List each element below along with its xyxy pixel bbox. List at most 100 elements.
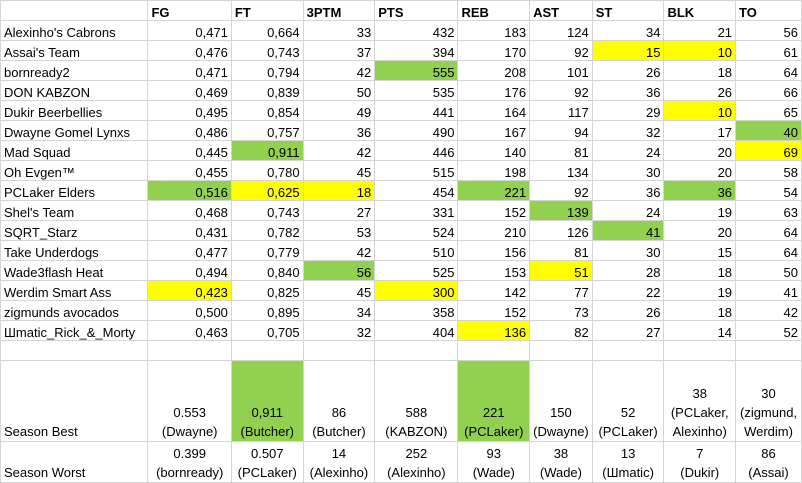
stat-cell[interactable]: 152 [457,300,531,321]
stat-cell[interactable]: 142 [457,280,531,301]
stat-cell[interactable]: 64 [735,60,802,81]
stat-cell[interactable]: 0,423 [147,280,232,301]
team-name-cell[interactable]: Assai's Team [0,40,149,61]
stat-cell[interactable]: 0,445 [147,140,232,161]
stat-cell[interactable]: 18 [302,180,376,201]
team-name-cell[interactable]: DON KABZON [0,80,149,101]
season-best-row-cell[interactable]: 52 (PCLaker) [591,360,665,442]
stat-cell[interactable]: 92 [529,80,593,101]
team-name-cell[interactable]: Shel's Team [0,200,149,221]
stat-cell[interactable]: 27 [302,200,376,221]
stat-cell[interactable]: 81 [529,240,593,261]
team-name-cell[interactable]: Oh Evgen™ [0,160,149,181]
stat-cell[interactable]: 19 [663,200,737,221]
stat-cell[interactable]: 24 [591,140,665,161]
stat-cell[interactable]: 56 [302,260,376,281]
stat-cell[interactable]: 17 [663,120,737,141]
stat-cell[interactable]: 0,471 [147,20,232,41]
stat-cell[interactable]: 0,469 [147,80,232,101]
stat-cell[interactable]: 20 [663,160,737,181]
stat-cell[interactable]: 27 [591,320,665,341]
stat-cell[interactable]: 53 [302,220,376,241]
stat-cell[interactable]: 20 [663,220,737,241]
team-name-cell[interactable]: Alexinho's Cabrons [0,20,149,41]
stat-cell[interactable]: 454 [374,180,459,201]
stat-cell[interactable]: 394 [374,40,459,61]
stat-cell[interactable]: 18 [663,300,737,321]
stat-cell[interactable]: 26 [663,80,737,101]
season-worst-row-cell[interactable]: 86 (Assai) [735,441,802,483]
season-worst-row-cell[interactable]: 252 (Alexinho) [374,441,459,483]
stat-cell[interactable]: 0,468 [147,200,232,221]
column-header-blk[interactable]: BLK [663,0,737,21]
season-worst-row-cell[interactable]: 93 (Wade) [457,441,531,483]
stat-cell[interactable]: 0,471 [147,60,232,81]
stat-cell[interactable]: 10 [663,100,737,121]
stat-cell[interactable]: 0,705 [230,320,304,341]
stat-cell[interactable]: 164 [457,100,531,121]
stat-cell[interactable]: 30 [591,160,665,181]
empty-cell[interactable] [374,340,459,361]
stat-cell[interactable]: 42 [302,140,376,161]
team-name-cell[interactable]: Wade3flash Heat [0,260,149,281]
season-best-row-cell[interactable]: 588 (KABZON) [374,360,459,442]
stat-cell[interactable]: 525 [374,260,459,281]
stat-cell[interactable]: 0,431 [147,220,232,241]
stat-cell[interactable]: 0,839 [230,80,304,101]
stat-cell[interactable]: 446 [374,140,459,161]
stat-cell[interactable]: 45 [302,280,376,301]
team-name-cell[interactable]: Mad Squad [0,140,149,161]
stat-cell[interactable]: 358 [374,300,459,321]
stat-cell[interactable]: 140 [457,140,531,161]
stat-cell[interactable]: 170 [457,40,531,61]
stat-cell[interactable]: 56 [735,20,802,41]
stat-cell[interactable]: 176 [457,80,531,101]
column-header-3ptm[interactable]: 3PTM [302,0,376,21]
stat-cell[interactable]: 124 [529,20,593,41]
column-header-reb[interactable]: REB [457,0,531,21]
stat-cell[interactable]: 101 [529,60,593,81]
stat-cell[interactable]: 134 [529,160,593,181]
stat-cell[interactable]: 26 [591,300,665,321]
stat-cell[interactable]: 32 [302,320,376,341]
stat-cell[interactable]: 18 [663,60,737,81]
empty-cell[interactable] [302,340,376,361]
stat-cell[interactable]: 0,463 [147,320,232,341]
stat-cell[interactable]: 208 [457,60,531,81]
season-best-row-cell[interactable]: 221 (PCLaker) [457,360,531,442]
stat-cell[interactable]: 535 [374,80,459,101]
stat-cell[interactable]: 136 [457,320,531,341]
stat-cell[interactable]: 510 [374,240,459,261]
stat-cell[interactable]: 0,794 [230,60,304,81]
empty-cell[interactable] [529,340,593,361]
stat-cell[interactable]: 156 [457,240,531,261]
stat-cell[interactable]: 210 [457,220,531,241]
stat-cell[interactable]: 36 [663,180,737,201]
stat-cell[interactable]: 221 [457,180,531,201]
stat-cell[interactable]: 300 [374,280,459,301]
stat-cell[interactable]: 10 [663,40,737,61]
stat-cell[interactable]: 490 [374,120,459,141]
stat-cell[interactable]: 0,743 [230,200,304,221]
stat-cell[interactable]: 52 [735,320,802,341]
season-best-row-cell[interactable]: 30 (zigmund, Werdim) [735,360,802,442]
stat-cell[interactable]: 21 [663,20,737,41]
stat-cell[interactable]: 69 [735,140,802,161]
season-best-row-label[interactable]: Season Best [0,360,149,442]
stat-cell[interactable]: 41 [591,220,665,241]
season-worst-row-cell[interactable]: 0.507 (PCLaker) [230,441,304,483]
stat-cell[interactable]: 167 [457,120,531,141]
stat-cell[interactable]: 51 [529,260,593,281]
stat-cell[interactable]: 126 [529,220,593,241]
stat-cell[interactable]: 331 [374,200,459,221]
stat-cell[interactable]: 0,477 [147,240,232,261]
team-name-cell[interactable]: Dwayne Gomel Lynxs [0,120,149,141]
stat-cell[interactable]: 0,757 [230,120,304,141]
season-best-row-cell[interactable]: 86 (Butcher) [302,360,376,442]
stat-cell[interactable]: 153 [457,260,531,281]
empty-cell[interactable] [0,340,149,361]
stat-cell[interactable]: 555 [374,60,459,81]
stat-cell[interactable]: 0,895 [230,300,304,321]
stat-cell[interactable]: 94 [529,120,593,141]
team-name-cell[interactable]: Werdim Smart Ass [0,280,149,301]
